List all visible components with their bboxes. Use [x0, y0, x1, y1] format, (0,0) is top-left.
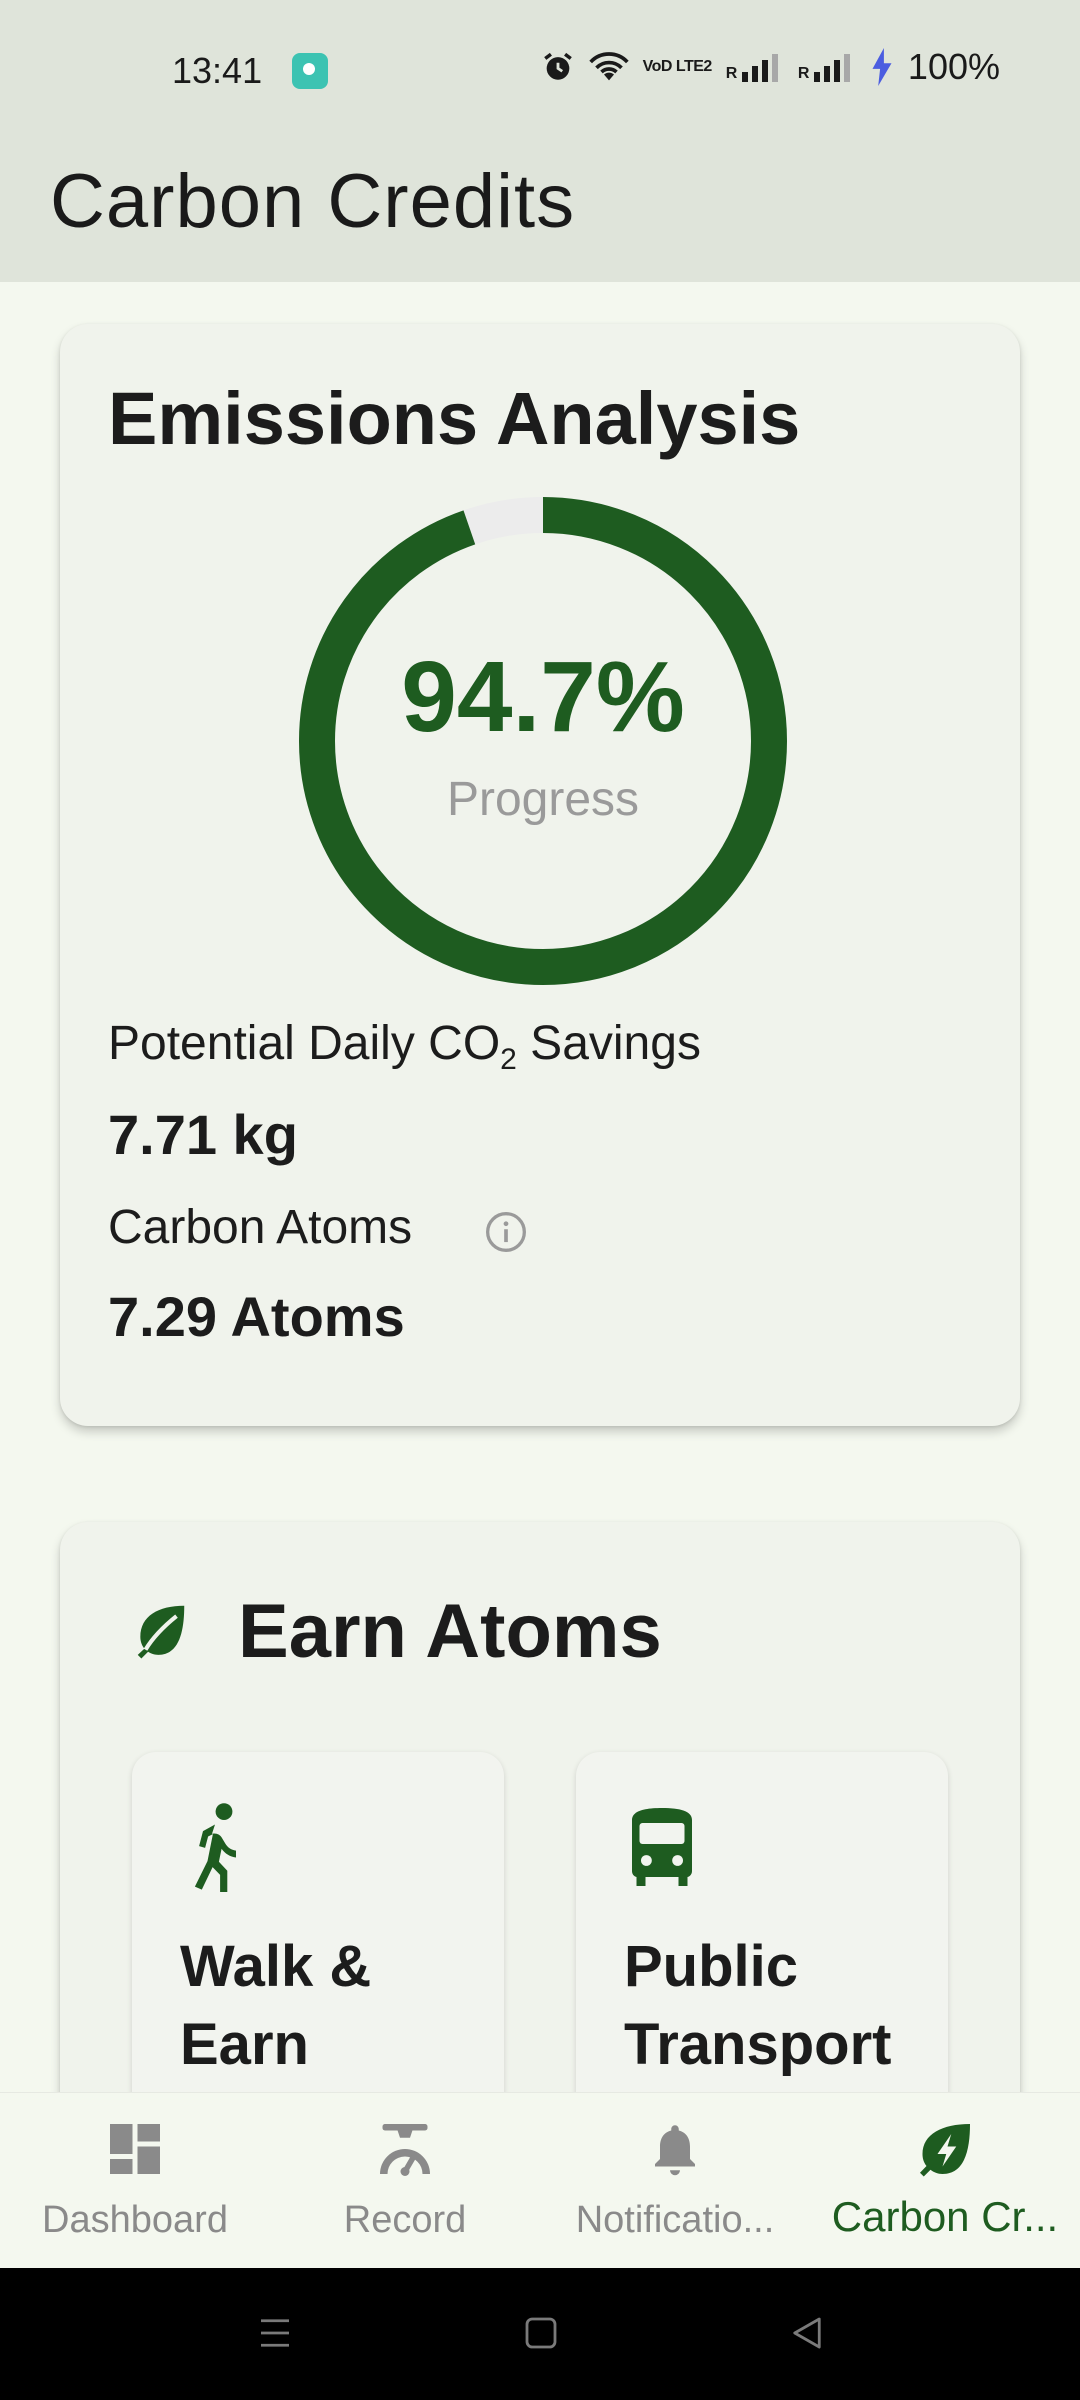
nav-label: Dashboard	[42, 2199, 228, 2241]
nav-label: Record	[343, 2199, 467, 2241]
leaf-icon	[137, 1605, 185, 1659]
app-notification-icon	[292, 53, 328, 89]
progress-label: Progress	[446, 773, 640, 826]
nav-label: Carbon Cr...	[831, 2193, 1059, 2240]
status-bar: 13:41 VoD LTE2 R R 100%	[0, 0, 1080, 140]
leaf-bolt-icon	[920, 2124, 970, 2177]
roaming-label: R	[797, 65, 810, 82]
emissions-title: Emissions Analysis	[108, 377, 801, 460]
alarm-icon	[543, 52, 572, 80]
status-time: 13:41	[172, 50, 263, 91]
roaming-label: R	[725, 65, 738, 82]
scale-icon	[380, 2124, 430, 2176]
menu-icon[interactable]	[254, 2312, 296, 2354]
nav-item-notifications[interactable]: Notificatio...	[540, 2093, 810, 2269]
earn-atoms-title: Earn Atoms	[238, 1589, 662, 1674]
walk-and-earn-label: Walk & Earn	[180, 1934, 372, 2077]
savings-label: Potential Daily CO2 Savings	[108, 1017, 701, 1076]
nav-item-record[interactable]: Record	[270, 2093, 540, 2269]
info-icon[interactable]	[484, 1210, 528, 1254]
status-icons: VoD LTE2 R R 100%	[541, 46, 1000, 88]
nav-label: Notificatio...	[575, 2199, 775, 2241]
app-bar: Carbon Credits	[0, 140, 1080, 282]
bottom-navigation: Dashboard Record Notificatio... Carbon C…	[0, 2092, 1080, 2268]
bell-icon	[655, 2125, 695, 2176]
page-title: Carbon Credits	[50, 159, 576, 244]
bus-icon	[632, 1808, 692, 1886]
carbon-atoms-value: 7.29 Atoms	[108, 1285, 405, 1348]
carbon-atoms-label: Carbon Atoms	[108, 1201, 413, 1254]
public-transport-label: Public Transport	[624, 1934, 892, 2077]
signal-icon	[741, 54, 778, 82]
emissions-analysis-card: Emissions Analysis 94.7% Progress Potent…	[60, 324, 1020, 1426]
network-type-label: VoD LTE2	[642, 58, 713, 75]
dashboard-icon	[110, 2124, 160, 2174]
back-icon[interactable]	[786, 2312, 828, 2354]
battery-percent: 100%	[907, 46, 1000, 87]
progress-value: 94.7%	[401, 641, 685, 753]
charging-icon	[872, 48, 892, 86]
home-icon[interactable]	[520, 2312, 562, 2354]
nav-item-carbon-credits[interactable]: Carbon Cr...	[810, 2093, 1080, 2269]
wifi-icon	[588, 52, 629, 81]
system-navigation-bar	[0, 2268, 1080, 2400]
nav-item-dashboard[interactable]: Dashboard	[0, 2093, 270, 2269]
walking-icon	[194, 1803, 236, 1892]
signal-icon	[813, 54, 850, 82]
savings-value: 7.71 kg	[108, 1103, 298, 1166]
